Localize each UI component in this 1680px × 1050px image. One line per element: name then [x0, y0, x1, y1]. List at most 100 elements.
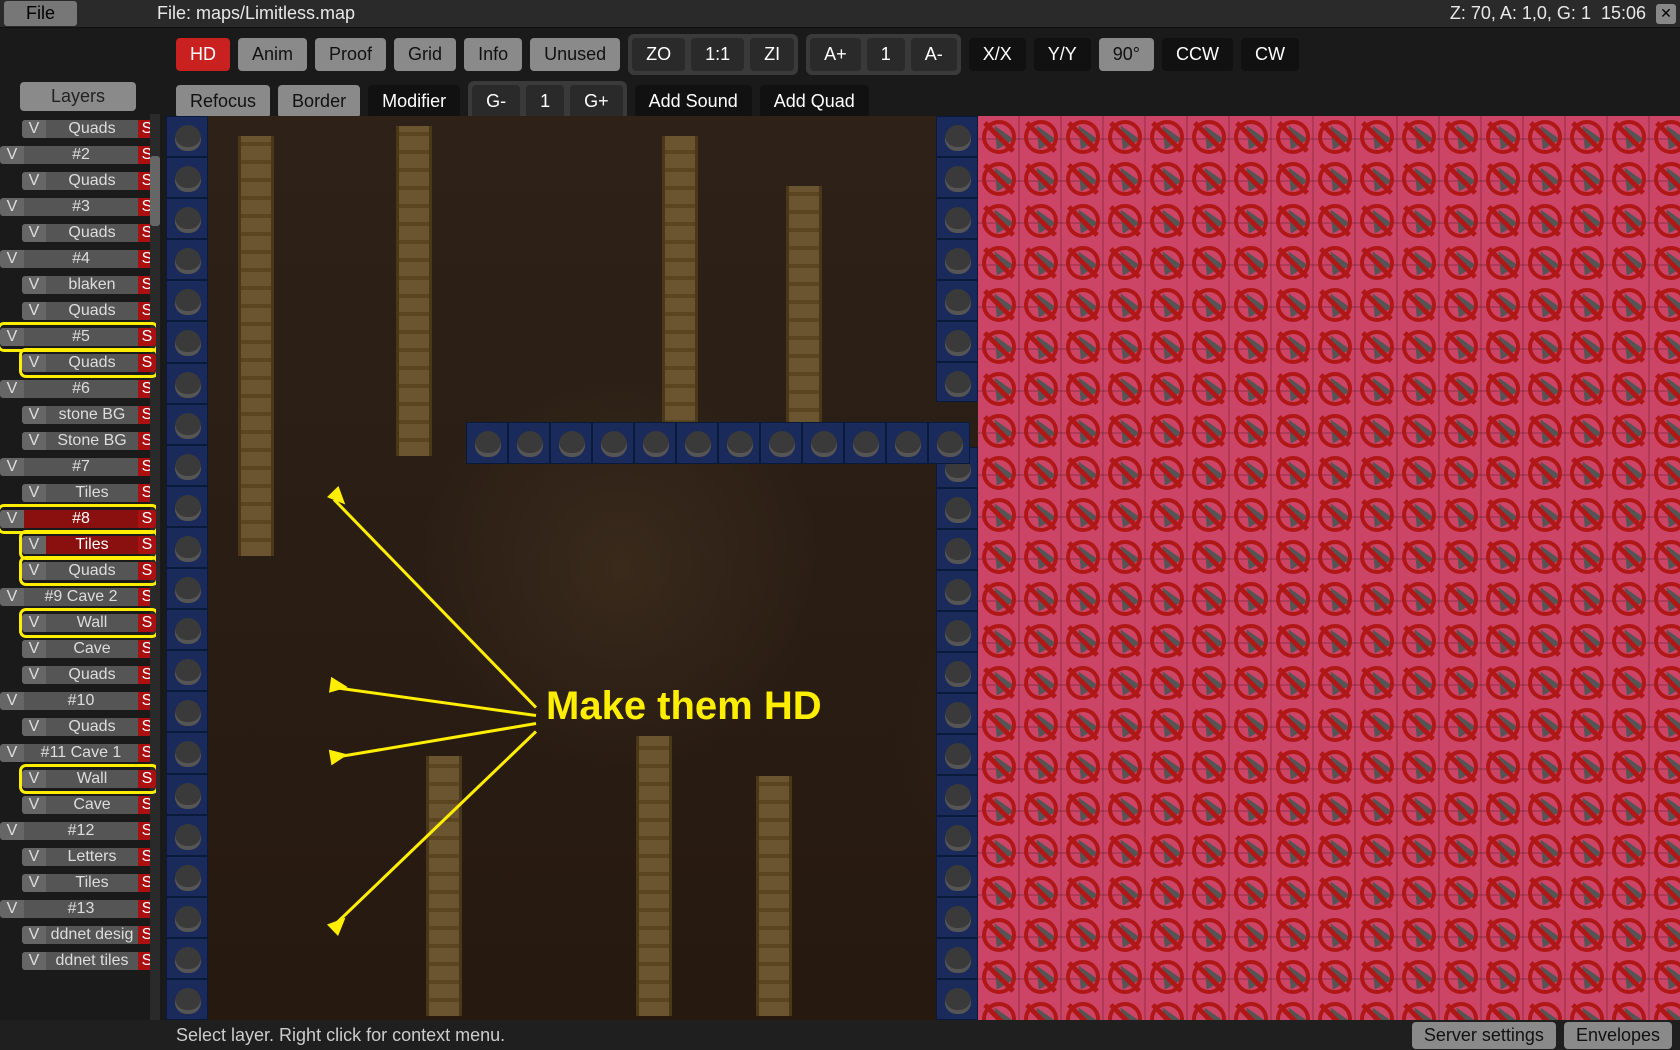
layer-name[interactable]: Cave: [46, 640, 138, 658]
layer-name[interactable]: Wall: [46, 614, 138, 632]
layer-name[interactable]: Quads: [46, 718, 138, 736]
hd-button[interactable]: HD: [176, 38, 230, 71]
layer-name[interactable]: #13: [24, 900, 138, 918]
visibility-toggle[interactable]: V: [22, 718, 46, 736]
layer-row[interactable]: VTilesS: [22, 533, 156, 557]
unused-button[interactable]: Unused: [530, 38, 620, 71]
layer-name[interactable]: #12: [24, 822, 138, 840]
visibility-toggle[interactable]: V: [0, 692, 24, 710]
save-toggle[interactable]: S: [138, 354, 156, 372]
visibility-toggle[interactable]: V: [22, 874, 46, 892]
refocus-button[interactable]: Refocus: [176, 85, 270, 118]
visibility-toggle[interactable]: V: [0, 250, 24, 268]
layer-name[interactable]: #2: [24, 146, 138, 164]
layer-name[interactable]: #7: [24, 458, 138, 476]
visibility-toggle[interactable]: V: [0, 510, 24, 528]
save-toggle[interactable]: S: [138, 614, 156, 632]
layer-name[interactable]: #3: [24, 198, 138, 216]
layer-name[interactable]: #6: [24, 380, 138, 398]
layer-name[interactable]: Cave: [46, 796, 138, 814]
layer-name[interactable]: Letters: [46, 848, 138, 866]
group-row[interactable]: V#7S: [0, 455, 156, 479]
visibility-toggle[interactable]: V: [22, 484, 46, 502]
group-row[interactable]: V#2S: [0, 143, 156, 167]
layer-name[interactable]: #11 Cave 1: [24, 744, 138, 762]
layer-name[interactable]: blaken: [46, 276, 138, 294]
group-row[interactable]: V#11 Cave 1S: [0, 741, 156, 765]
save-toggle[interactable]: S: [138, 510, 156, 528]
server-settings-button[interactable]: Server settings: [1412, 1022, 1556, 1049]
layer-row[interactable]: Vddnet tilesS: [22, 949, 156, 973]
anim-plus-button[interactable]: A+: [810, 38, 861, 71]
layer-name[interactable]: Quads: [46, 354, 138, 372]
visibility-toggle[interactable]: V: [22, 354, 46, 372]
layer-name[interactable]: Quads: [46, 666, 138, 684]
layer-row[interactable]: VCaveS: [22, 793, 156, 817]
visibility-toggle[interactable]: V: [22, 302, 46, 320]
visibility-toggle[interactable]: V: [22, 640, 46, 658]
layer-row[interactable]: VWallS: [22, 611, 156, 635]
layer-row[interactable]: Vstone BGS: [22, 403, 156, 427]
visibility-toggle[interactable]: V: [22, 406, 46, 424]
layer-row[interactable]: VStone BGS: [22, 429, 156, 453]
visibility-toggle[interactable]: V: [22, 120, 46, 138]
group-row[interactable]: V#13S: [0, 897, 156, 921]
layer-name[interactable]: #5: [24, 328, 138, 346]
border-button[interactable]: Border: [278, 85, 360, 118]
layer-name[interactable]: Stone BG: [46, 432, 138, 450]
visibility-toggle[interactable]: V: [0, 328, 24, 346]
save-toggle[interactable]: S: [138, 536, 156, 554]
visibility-toggle[interactable]: V: [0, 146, 24, 164]
envelopes-button[interactable]: Envelopes: [1564, 1022, 1672, 1049]
group-row[interactable]: V#3S: [0, 195, 156, 219]
layer-row[interactable]: VLettersS: [22, 845, 156, 869]
layer-row[interactable]: VQuadsS: [22, 663, 156, 687]
flip-x-button[interactable]: X/X: [969, 38, 1026, 71]
layer-row[interactable]: VQuadsS: [22, 715, 156, 739]
visibility-toggle[interactable]: V: [0, 588, 24, 606]
layer-row[interactable]: VQuadsS: [22, 559, 156, 583]
anim-button[interactable]: Anim: [238, 38, 307, 71]
layer-name[interactable]: Tiles: [46, 874, 138, 892]
sidebar-scrollbar-thumb[interactable]: [150, 156, 160, 226]
visibility-toggle[interactable]: V: [22, 432, 46, 450]
save-toggle[interactable]: S: [138, 562, 156, 580]
visibility-toggle[interactable]: V: [0, 458, 24, 476]
layer-name[interactable]: stone BG: [46, 406, 138, 424]
flip-y-button[interactable]: Y/Y: [1034, 38, 1091, 71]
layer-name[interactable]: #8: [24, 510, 138, 528]
add-quad-button[interactable]: Add Quad: [760, 85, 869, 118]
group-row[interactable]: V#8S: [0, 507, 156, 531]
info-button[interactable]: Info: [464, 38, 522, 71]
layer-row[interactable]: VTilesS: [22, 481, 156, 505]
layer-name[interactable]: ddnet desig: [46, 926, 138, 944]
layer-row[interactable]: VblakenS: [22, 273, 156, 297]
rotate-cw-button[interactable]: CW: [1241, 38, 1299, 71]
visibility-toggle[interactable]: V: [22, 562, 46, 580]
anim-minus-button[interactable]: A-: [911, 38, 957, 71]
layer-name[interactable]: #9 Cave 2: [24, 588, 138, 606]
layer-row[interactable]: VQuadsS: [22, 169, 156, 193]
layer-row[interactable]: VQuadsS: [22, 117, 156, 141]
visibility-toggle[interactable]: V: [22, 614, 46, 632]
layer-name[interactable]: ddnet tiles: [46, 952, 138, 970]
layer-name[interactable]: Tiles: [46, 536, 138, 554]
group-row[interactable]: V#12S: [0, 819, 156, 843]
visibility-toggle[interactable]: V: [0, 198, 24, 216]
close-icon[interactable]: ✕: [1656, 4, 1676, 24]
visibility-toggle[interactable]: V: [22, 770, 46, 788]
grid-minus-button[interactable]: G-: [472, 85, 520, 118]
group-row[interactable]: V#5S: [0, 325, 156, 349]
visibility-toggle[interactable]: V: [22, 926, 46, 944]
layer-row[interactable]: VQuadsS: [22, 351, 156, 375]
visibility-toggle[interactable]: V: [0, 744, 24, 762]
layers-header-button[interactable]: Layers: [20, 82, 136, 111]
modifier-button[interactable]: Modifier: [368, 85, 460, 118]
layer-name[interactable]: Quads: [46, 302, 138, 320]
layer-name[interactable]: Quads: [46, 172, 138, 190]
layer-name[interactable]: Wall: [46, 770, 138, 788]
proof-button[interactable]: Proof: [315, 38, 386, 71]
layer-row[interactable]: Vddnet desigS: [22, 923, 156, 947]
visibility-toggle[interactable]: V: [0, 900, 24, 918]
save-toggle[interactable]: S: [138, 328, 156, 346]
